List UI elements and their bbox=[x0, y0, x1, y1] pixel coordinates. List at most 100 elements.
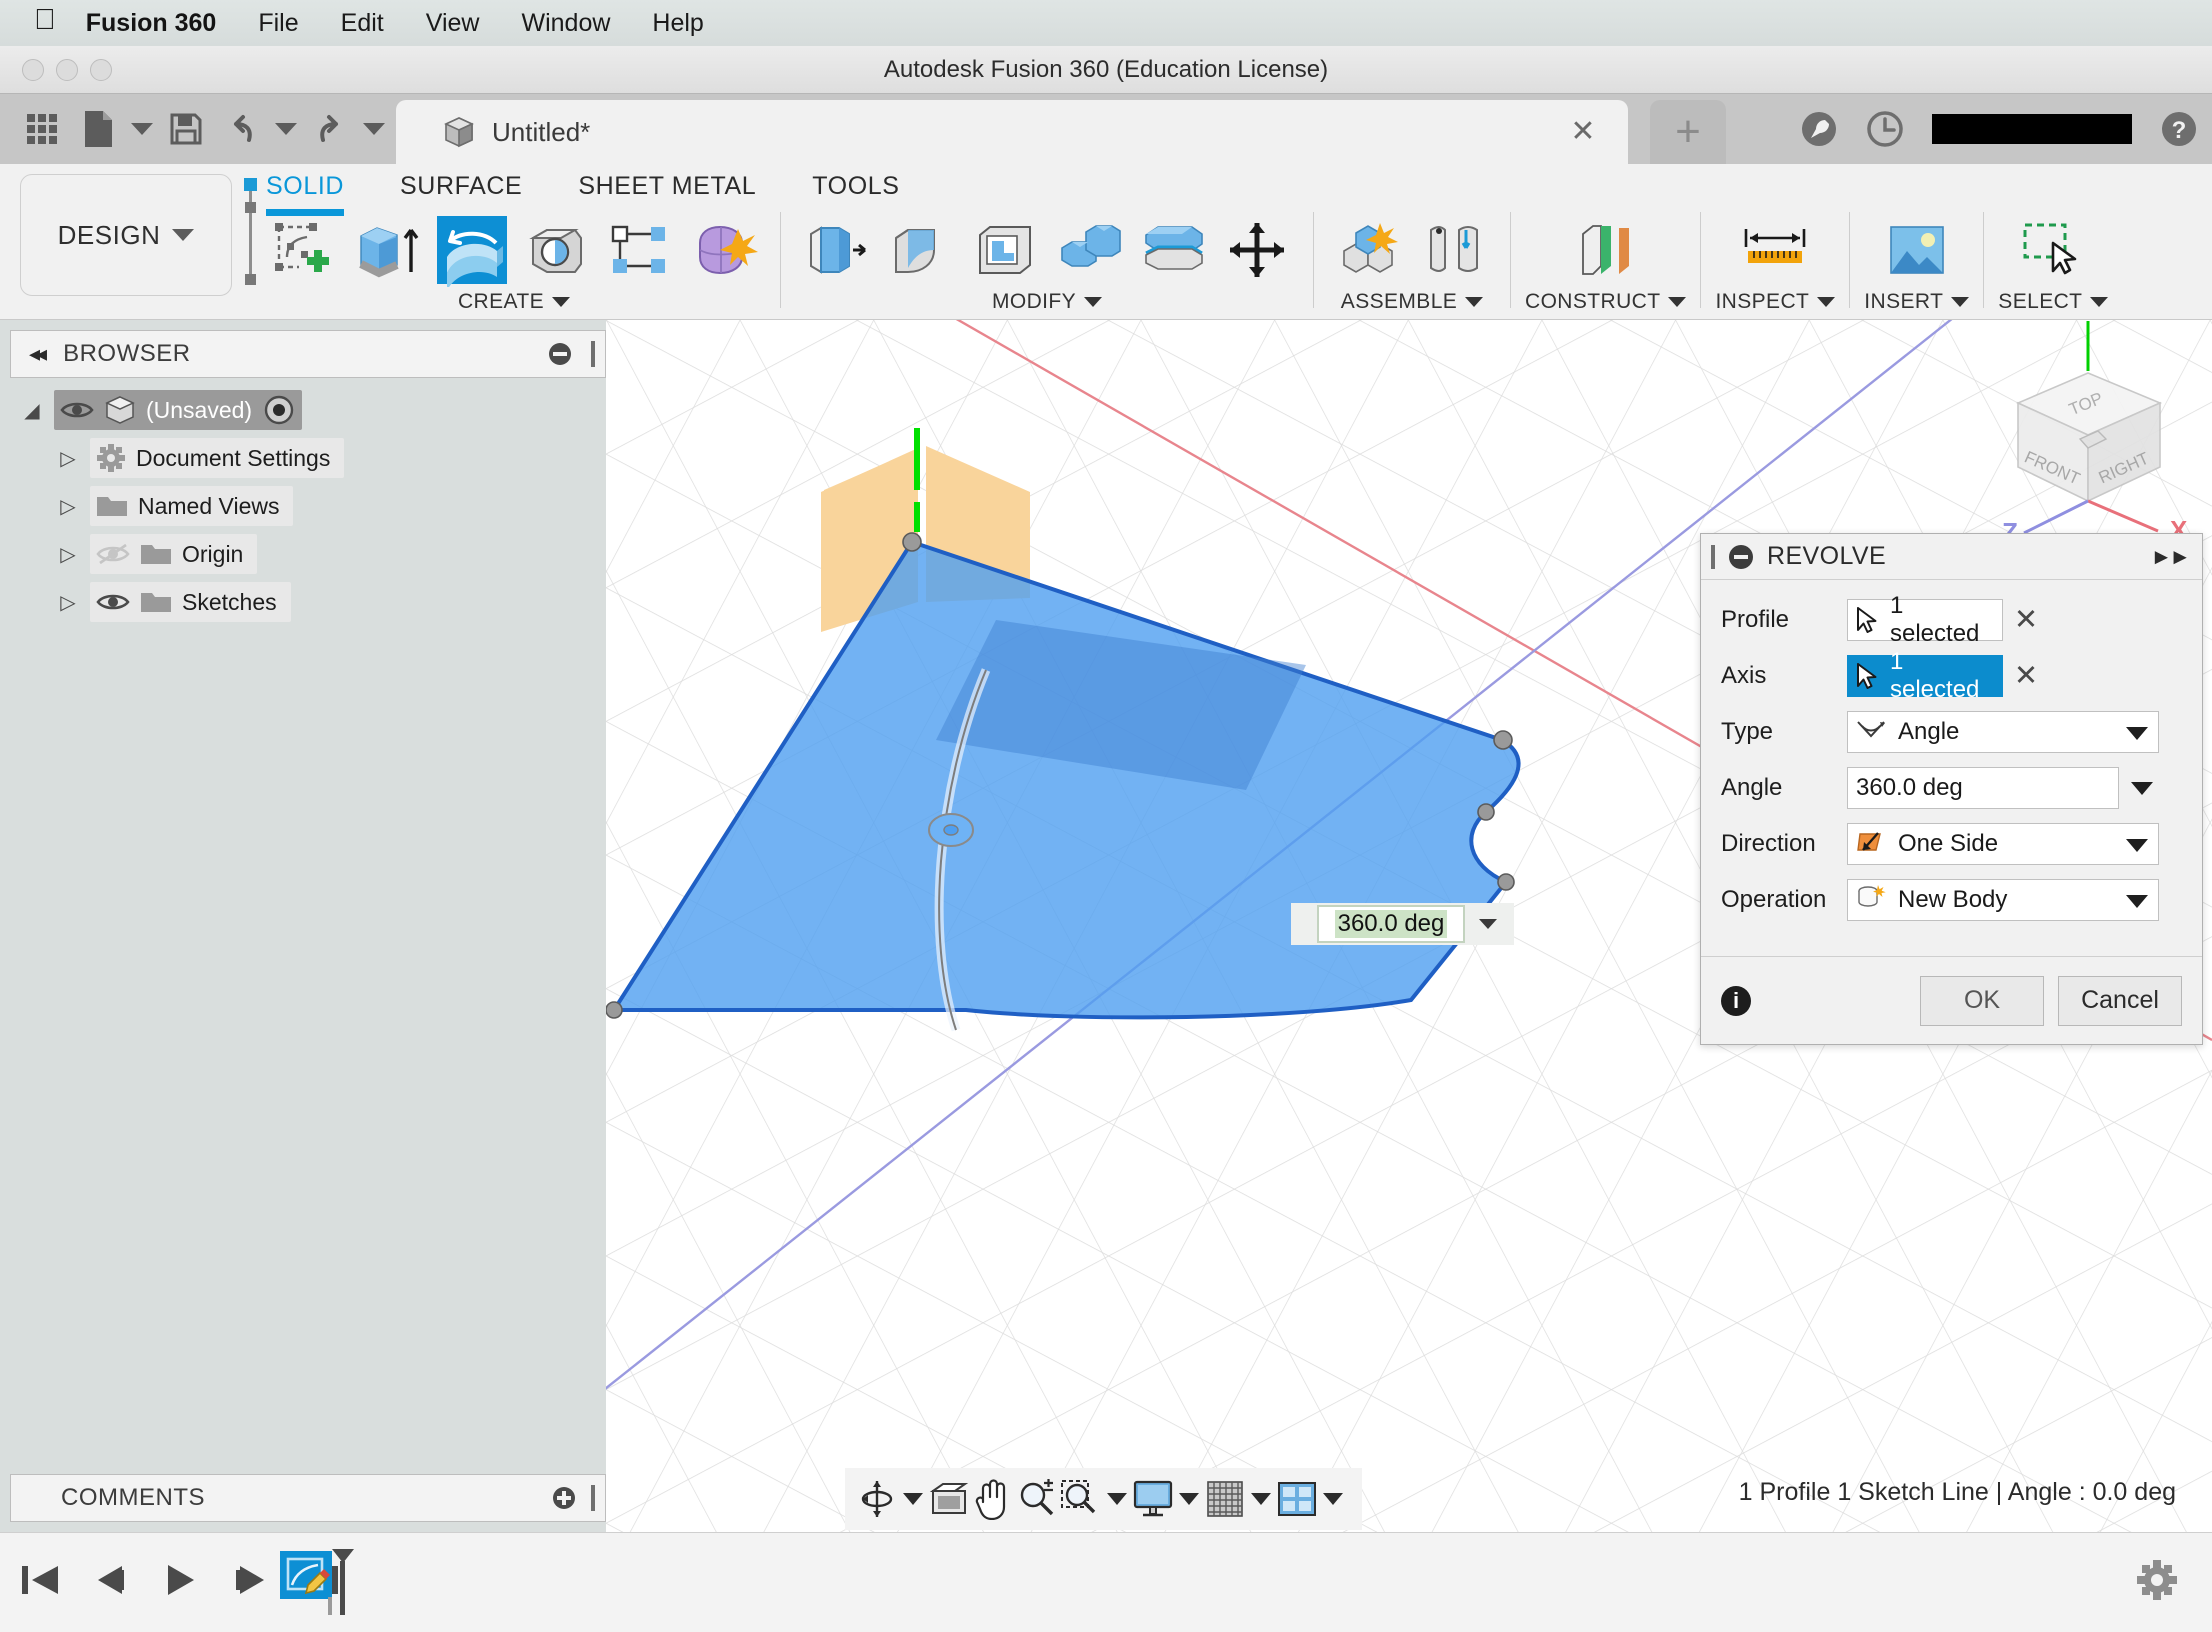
chevron-down-icon[interactable] bbox=[2126, 839, 2148, 852]
ribbon-group-modify-label[interactable]: MODIFY bbox=[992, 290, 1103, 314]
info-icon[interactable]: i bbox=[1721, 985, 1751, 1016]
expand-triangle-icon[interactable]: ▷ bbox=[46, 542, 90, 567]
menu-file[interactable]: File bbox=[258, 9, 298, 38]
comments-panel[interactable]: COMMENTS bbox=[10, 1474, 606, 1522]
sweep-icon[interactable] bbox=[514, 213, 598, 287]
timeline-sketch-feature[interactable] bbox=[278, 1547, 364, 1619]
zoom-window-button[interactable] bbox=[90, 59, 112, 81]
minimize-circle-icon[interactable] bbox=[1729, 544, 1753, 569]
angle-manipulator-input[interactable]: 360.0 deg bbox=[1291, 903, 1514, 945]
angle-input[interactable]: 360.0 deg bbox=[1847, 767, 2119, 809]
grid-snaps-icon[interactable] bbox=[1203, 1475, 1247, 1523]
look-at-icon[interactable] bbox=[927, 1475, 971, 1523]
insert-image-icon[interactable] bbox=[1875, 213, 1959, 287]
orbit-icon[interactable] bbox=[855, 1475, 899, 1523]
profile-selection-button[interactable]: 1 selected bbox=[1847, 592, 2003, 647]
ribbon-group-select-label[interactable]: SELECT bbox=[1998, 290, 2109, 314]
expand-triangle-icon[interactable]: ▷ bbox=[46, 590, 90, 615]
new-document-dropdown[interactable] bbox=[126, 101, 158, 157]
chevron-down-icon[interactable] bbox=[2131, 781, 2153, 795]
fillet-icon[interactable] bbox=[879, 213, 963, 287]
clear-axis-selection-icon[interactable]: ✕ bbox=[2003, 661, 2049, 691]
zoom-window-dropdown[interactable] bbox=[1103, 1475, 1131, 1523]
display-settings-dropdown[interactable] bbox=[1175, 1475, 1203, 1523]
expand-triangle-icon[interactable]: ▷ bbox=[46, 446, 90, 471]
browser-item-document-settings[interactable]: ▷ Document Settings bbox=[10, 436, 606, 480]
clear-profile-selection-icon[interactable]: ✕ bbox=[2003, 605, 2049, 635]
split-face-icon[interactable] bbox=[1131, 213, 1215, 287]
expand-triangle-icon[interactable]: ◢ bbox=[10, 398, 54, 423]
move-copy-icon[interactable] bbox=[1215, 213, 1299, 287]
dialog-drag-grip[interactable] bbox=[1711, 544, 1715, 569]
play-icon[interactable] bbox=[154, 1549, 206, 1611]
axis-selection-button[interactable]: 1 selected bbox=[1847, 648, 2003, 703]
type-dropdown[interactable]: Angle bbox=[1847, 711, 2159, 753]
combine-icon[interactable] bbox=[1047, 213, 1131, 287]
tab-surface[interactable]: SURFACE bbox=[400, 164, 522, 216]
extrude-icon[interactable] bbox=[346, 213, 430, 287]
shell-icon[interactable] bbox=[963, 213, 1047, 287]
pan-hand-icon[interactable] bbox=[971, 1475, 1015, 1523]
measure-icon[interactable] bbox=[1733, 213, 1817, 287]
ribbon-group-construct-label[interactable]: CONSTRUCT bbox=[1525, 290, 1687, 314]
ribbon-display-slider[interactable] bbox=[244, 178, 258, 290]
minimize-circle-icon[interactable] bbox=[549, 343, 571, 365]
viewports-icon[interactable] bbox=[1275, 1475, 1319, 1523]
offset-plane-icon[interactable] bbox=[1564, 213, 1648, 287]
joint-icon[interactable] bbox=[1412, 213, 1496, 287]
new-tab-button[interactable]: + bbox=[1650, 100, 1726, 164]
ribbon-group-create-label[interactable]: CREATE bbox=[458, 290, 571, 314]
document-tab[interactable]: Untitled* ✕ bbox=[396, 100, 1628, 164]
app-grid-icon[interactable] bbox=[14, 101, 70, 157]
step-back-icon[interactable] bbox=[84, 1549, 136, 1611]
comments-resize-grip[interactable] bbox=[591, 1485, 595, 1511]
angle-manipulator-field[interactable]: 360.0 deg bbox=[1317, 905, 1465, 943]
close-window-button[interactable] bbox=[22, 59, 44, 81]
cancel-button[interactable]: Cancel bbox=[2058, 975, 2182, 1026]
visibility-eye-icon[interactable] bbox=[60, 398, 94, 422]
help-question-icon[interactable]: ? bbox=[2146, 96, 2212, 162]
select-window-icon[interactable] bbox=[2011, 213, 2095, 287]
double-chevron-left-icon[interactable]: ◂◂ bbox=[29, 341, 47, 367]
browser-resize-grip[interactable] bbox=[591, 341, 595, 367]
grid-snaps-dropdown[interactable] bbox=[1247, 1475, 1275, 1523]
create-sketch-icon[interactable] bbox=[262, 213, 346, 287]
tab-tools[interactable]: TOOLS bbox=[812, 164, 899, 216]
press-pull-icon[interactable] bbox=[795, 213, 879, 287]
new-component-icon[interactable] bbox=[1328, 213, 1412, 287]
menu-edit[interactable]: Edit bbox=[341, 9, 384, 38]
close-icon[interactable]: ✕ bbox=[1568, 117, 1598, 148]
clock-icon[interactable] bbox=[1852, 96, 1918, 162]
viewports-dropdown[interactable] bbox=[1319, 1475, 1347, 1523]
ribbon-group-assemble-label[interactable]: ASSEMBLE bbox=[1341, 290, 1484, 314]
browser-item-sketches[interactable]: ▷ Sketches bbox=[10, 580, 606, 624]
pattern-icon[interactable] bbox=[598, 213, 682, 287]
display-settings-icon[interactable] bbox=[1131, 1475, 1175, 1523]
minimize-window-button[interactable] bbox=[56, 59, 78, 81]
menu-window[interactable]: Window bbox=[521, 9, 610, 38]
revolve-dialog-header[interactable]: REVOLVE ►► bbox=[1701, 534, 2202, 580]
direction-dropdown[interactable]: One Side bbox=[1847, 823, 2159, 865]
apple-logo-icon[interactable]:  bbox=[34, 5, 56, 35]
timeline-settings-gear-icon[interactable] bbox=[2136, 1559, 2178, 1601]
tab-solid[interactable]: SOLID bbox=[266, 164, 345, 216]
orbit-dropdown[interactable] bbox=[899, 1475, 927, 1523]
zoom-icon[interactable] bbox=[1015, 1475, 1059, 1523]
expand-triangle-icon[interactable]: ▷ bbox=[46, 494, 90, 519]
menu-app-name[interactable]: Fusion 360 bbox=[86, 9, 217, 38]
tab-sheet-metal[interactable]: SHEET METAL bbox=[578, 164, 756, 216]
activate-component-radio[interactable] bbox=[262, 393, 296, 427]
menu-view[interactable]: View bbox=[426, 9, 480, 38]
ribbon-group-insert-label[interactable]: INSERT bbox=[1864, 290, 1970, 314]
undo-dropdown[interactable] bbox=[270, 101, 302, 157]
redo-arrow-icon[interactable] bbox=[302, 101, 358, 157]
account-name-redacted[interactable] bbox=[1932, 114, 2132, 144]
chevron-down-icon[interactable] bbox=[2126, 727, 2148, 740]
redo-dropdown[interactable] bbox=[358, 101, 390, 157]
form-icon[interactable] bbox=[682, 213, 766, 287]
jump-to-beginning-icon[interactable] bbox=[14, 1549, 66, 1611]
step-forward-icon[interactable] bbox=[224, 1549, 276, 1611]
ribbon-group-inspect-label[interactable]: INSPECT bbox=[1715, 290, 1836, 314]
undo-arrow-icon[interactable] bbox=[214, 101, 270, 157]
zoom-window-icon[interactable] bbox=[1059, 1475, 1103, 1523]
